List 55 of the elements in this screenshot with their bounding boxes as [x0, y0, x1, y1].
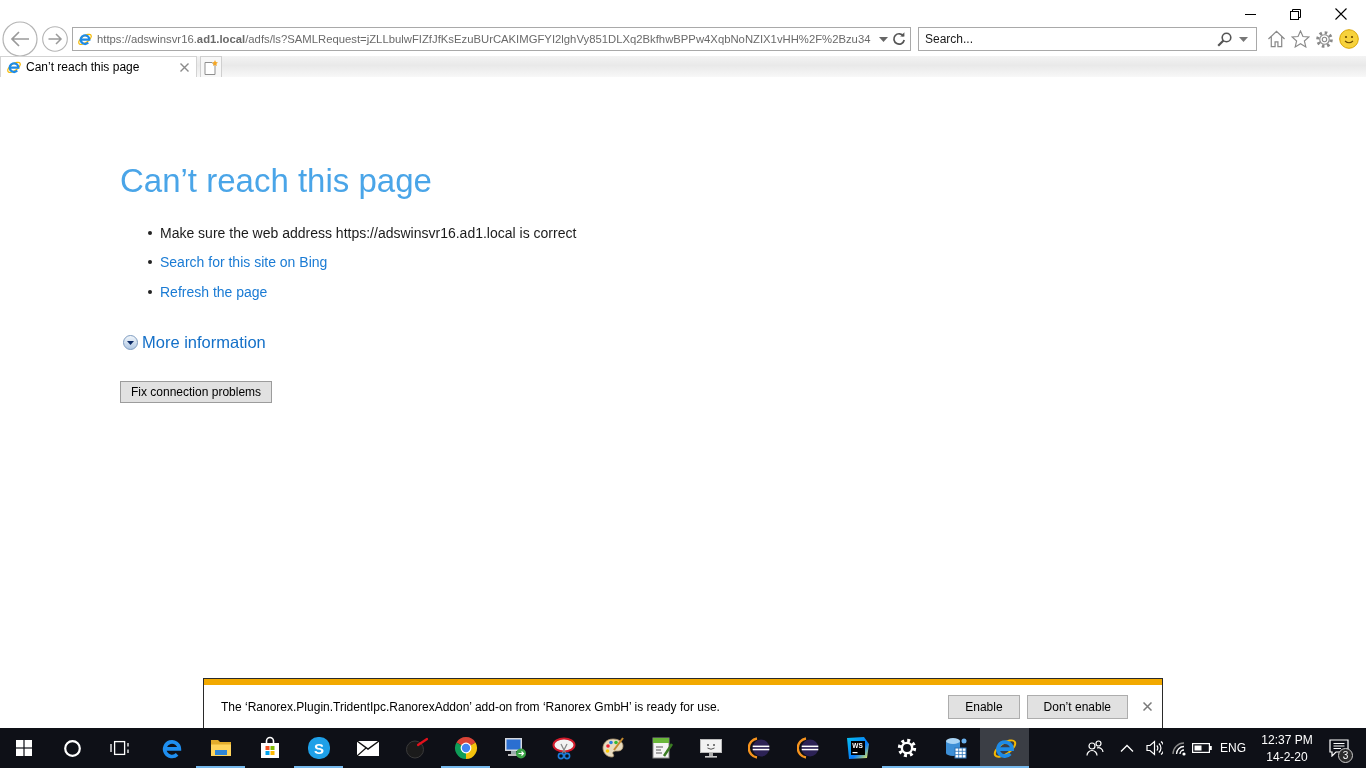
caret-icon[interactable]	[1239, 36, 1248, 42]
refresh-icon[interactable]	[892, 32, 906, 46]
notification-icon[interactable]	[1329, 739, 1349, 757]
caret-icon[interactable]	[879, 36, 888, 42]
new-page-icon	[204, 59, 218, 75]
new-tab-button[interactable]	[200, 56, 222, 77]
e-logo-icon[interactable]	[160, 737, 183, 759]
more-information-toggle[interactable]: More information	[120, 331, 266, 354]
striped-sphere-icon[interactable]	[747, 736, 772, 760]
notepad-icon[interactable]	[649, 736, 674, 760]
fix-connection-button[interactable]: Fix connection problems	[120, 380, 273, 403]
search-icon[interactable]	[1217, 31, 1232, 47]
star-icon[interactable]	[1291, 30, 1310, 48]
e-ring-logo-icon	[77, 31, 93, 47]
clock-time[interactable]: 12:37 PM	[1261, 732, 1313, 747]
speaker-icon[interactable]	[1145, 740, 1163, 756]
smiley-icon[interactable]	[1339, 29, 1359, 49]
people-icon[interactable]	[1086, 740, 1104, 756]
wifi-icon[interactable]	[1170, 740, 1186, 756]
notification-message: The ‘Ranorex.Plugin.TridentIpc.RanorexAddon’ add-on from ‘Ranorex GmbH’ is ready for use.	[221, 699, 720, 714]
language-indicator[interactable]: ENG	[1214, 741, 1252, 755]
palette-icon[interactable]	[600, 736, 625, 760]
browser-tab[interactable]: Can’t reach this page	[0, 56, 197, 77]
suggestion-text: Make sure the web address https://adswinsvr16.ad1.local is correct	[160, 224, 577, 241]
bullet-icon	[148, 230, 152, 235]
database-icon[interactable]	[943, 736, 968, 760]
search-field[interactable]: Search...	[918, 27, 1257, 51]
battery-icon[interactable]	[1192, 743, 1212, 753]
start-icon[interactable]	[16, 740, 32, 756]
notification-badge: 3	[1338, 748, 1353, 763]
task-view-icon[interactable]	[110, 740, 130, 756]
circle-logo-icon[interactable]	[453, 736, 478, 760]
clock-date[interactable]: 14-2-20	[1266, 749, 1308, 764]
minimize-icon[interactable]	[1245, 13, 1256, 15]
close-icon[interactable]	[1335, 8, 1347, 20]
suggestion-link[interactable]: Search for this site on Bing	[160, 254, 328, 271]
home-icon[interactable]	[1267, 30, 1286, 48]
circle-icon[interactable]	[63, 739, 81, 757]
restore-icon[interactable]	[1290, 8, 1301, 20]
bullet-icon	[148, 260, 152, 265]
monitor-icon[interactable]	[502, 736, 527, 760]
bullet-icon	[148, 289, 152, 294]
address-field[interactable]: https://adswinsvr16.ad1.local/adfs/ls?SAMLRequest=jZLLbulwFIZfJfKsEzuBUrCAKIMGFYI2lghVy851DLXq2BkfhwBPPw4XqbNoNZIX1vHH%2F%2Bzu34	[72, 27, 911, 51]
chevron-up-icon[interactable]	[1120, 744, 1134, 752]
gear-icon[interactable]	[895, 737, 918, 759]
suggestion-link[interactable]: Refresh the page	[160, 283, 268, 300]
ball-icon[interactable]	[404, 736, 429, 760]
settings-icon[interactable]	[1315, 29, 1334, 49]
enable-button[interactable]: Enable	[948, 694, 1020, 719]
page-title: Can’t reach this page	[120, 162, 432, 200]
e-ring-logo-icon	[6, 59, 22, 75]
scissors-icon[interactable]	[551, 736, 576, 760]
striped-sphere-icon[interactable]	[796, 736, 821, 760]
dont-enable-button[interactable]: Don’t enable	[1026, 694, 1128, 719]
monitor-face-icon[interactable]	[698, 736, 723, 760]
